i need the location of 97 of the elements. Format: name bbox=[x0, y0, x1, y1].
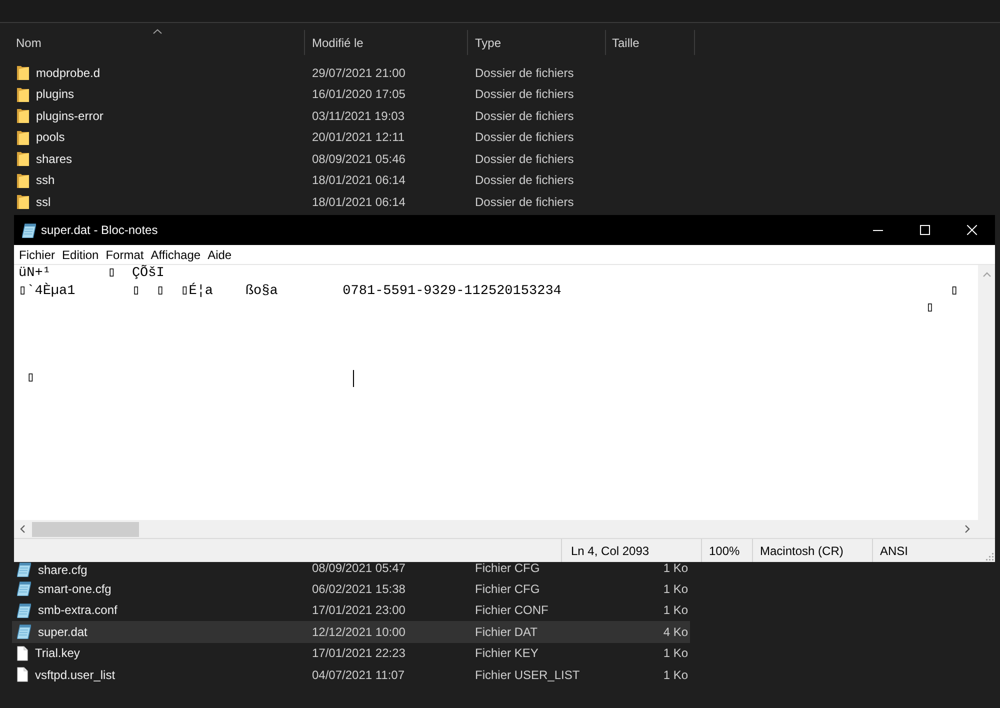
file-row[interactable]: plugins-error 03/11/2021 19:03 Dossier de fichiers bbox=[12, 105, 690, 126]
close-icon bbox=[966, 225, 976, 235]
status-text: ANSI bbox=[880, 542, 908, 560]
file-type: Fichier CFG bbox=[475, 582, 540, 595]
file-row[interactable]: shares 08/09/2021 05:46 Dossier de fichiers bbox=[12, 148, 690, 170]
folder-icon bbox=[17, 172, 29, 188]
document-icon bbox=[17, 646, 28, 661]
file-name: modprobe.d bbox=[36, 66, 100, 79]
notepad-icon bbox=[17, 624, 31, 640]
file-row[interactable]: pools 20/01/2021 12:11 Dossier de fichiers bbox=[12, 126, 690, 148]
modified-date: 29/07/2021 21:00 bbox=[312, 66, 406, 79]
file-name: shares bbox=[36, 152, 72, 165]
modified-date: 08/09/2021 05:46 bbox=[312, 152, 406, 165]
modified-date: 16/01/2020 17:05 bbox=[312, 88, 406, 100]
document-icon bbox=[17, 667, 28, 682]
horizontal-scrollbar[interactable] bbox=[14, 520, 978, 538]
file-size: 1 Ko bbox=[663, 562, 688, 574]
folder-icon bbox=[17, 86, 29, 102]
file-name: plugins bbox=[36, 88, 74, 100]
file-name: ssl bbox=[36, 196, 51, 208]
menu-item[interactable]: Fichier bbox=[16, 245, 59, 264]
column-header[interactable]: Modifié le bbox=[305, 30, 468, 55]
file-size: 1 Ko bbox=[663, 604, 688, 616]
file-type: Dossier de fichiers bbox=[475, 196, 574, 208]
modified-date: 03/11/2021 19:03 bbox=[312, 110, 405, 122]
file-name: vsftpd.user_list bbox=[35, 668, 116, 681]
window-title: super.dat - Bloc-notes bbox=[41, 222, 158, 239]
maximize-icon bbox=[920, 225, 930, 235]
notepad-icon bbox=[17, 562, 31, 577]
vertical-scrollbar[interactable] bbox=[978, 265, 995, 520]
file-name: pools bbox=[36, 131, 65, 144]
file-type: Dossier de fichiers bbox=[475, 174, 574, 186]
file-type: Fichier CFG bbox=[475, 562, 540, 574]
file-row[interactable]: vsftpd.user_list 04/07/2021 11:07 Fichier USER_LIST 1 Ko bbox=[12, 664, 690, 686]
file-type: Fichier CONF bbox=[475, 604, 548, 616]
file-name: super.dat bbox=[38, 626, 88, 638]
file-type: Dossier de fichiers bbox=[475, 88, 574, 100]
file-row[interactable]: smb-extra.conf 17/01/2021 23:00 Fichier CONF 1 Ko bbox=[12, 600, 690, 621]
file-row[interactable]: smart-one.cfg 06/02/2021 15:38 Fichier CFG 1 Ko bbox=[12, 578, 690, 600]
menu-item[interactable]: Aide bbox=[204, 245, 236, 264]
column-header[interactable]: Nom bbox=[12, 30, 305, 55]
scrollbar-thumb[interactable] bbox=[32, 522, 139, 536]
status-text: Macintosh (CR) bbox=[760, 542, 844, 560]
file-row[interactable]: plugins 16/01/2020 17:05 Dossier de fichiers bbox=[12, 84, 690, 105]
menu-item[interactable]: Edition bbox=[58, 245, 102, 264]
file-type: Dossier de fichiers bbox=[475, 131, 574, 144]
folder-icon bbox=[17, 108, 29, 124]
text-cursor bbox=[353, 370, 354, 387]
file-row[interactable]: share.cfg 08/09/2021 05:47 Fichier CFG 1 Ko bbox=[12, 562, 690, 578]
file-row[interactable]: ssh 18/01/2021 06:14 Dossier de fichiers bbox=[12, 170, 690, 191]
file-size: 1 Ko bbox=[663, 647, 688, 660]
column-header[interactable]: Taille bbox=[606, 30, 695, 55]
document-text-line: üN+¹ ▯ ÇÕšI bbox=[18, 265, 164, 282]
file-type: Dossier de fichiers bbox=[475, 66, 574, 79]
modified-date: 06/02/2021 15:38 bbox=[312, 582, 406, 595]
folder-icon bbox=[17, 130, 29, 145]
status-text: Ln 4, Col 2093 bbox=[571, 542, 650, 560]
modified-date: 04/07/2021 11:07 bbox=[312, 668, 405, 681]
file-name: ssh bbox=[36, 174, 55, 186]
folder-icon bbox=[17, 151, 29, 166]
file-type: Fichier DAT bbox=[475, 626, 538, 638]
file-name: smb-extra.conf bbox=[38, 604, 118, 616]
file-type: Dossier de fichiers bbox=[475, 110, 574, 122]
file-size: 4 Ko bbox=[663, 626, 688, 638]
file-type: Fichier USER_LIST bbox=[475, 668, 580, 681]
file-row[interactable]: super.dat 12/12/2021 10:00 Fichier DAT 4 Ko bbox=[12, 621, 690, 642]
document-text-line: ▯ bbox=[926, 300, 934, 318]
modified-date: 17/01/2021 22:23 bbox=[312, 647, 406, 660]
modified-date: 08/09/2021 05:47 bbox=[312, 562, 406, 574]
document-text-line: ▯ bbox=[26, 370, 35, 388]
file-name: smart-one.cfg bbox=[38, 582, 112, 595]
file-name: share.cfg bbox=[38, 564, 88, 576]
file-size: 1 Ko bbox=[663, 668, 688, 681]
notepad-icon bbox=[17, 602, 31, 618]
resize-grip-icon[interactable] bbox=[985, 552, 994, 561]
file-row[interactable]: Trial.key 17/01/2021 22:23 Fichier KEY 1 Ko bbox=[12, 642, 690, 664]
menu-item[interactable]: Format bbox=[102, 245, 148, 264]
file-row[interactable]: ssl 18/01/2021 06:14 Dossier de fichiers bbox=[12, 191, 690, 212]
folder-icon bbox=[17, 65, 29, 80]
menu-item[interactable]: Affichage bbox=[147, 245, 204, 264]
notepad-icon bbox=[17, 581, 31, 596]
file-row[interactable]: modprobe.d 29/07/2021 21:00 Dossier de fichiers bbox=[12, 62, 690, 84]
modified-date: 12/12/2021 10:00 bbox=[312, 626, 406, 638]
file-name: Trial.key bbox=[35, 647, 80, 660]
modified-date: 17/01/2021 23:00 bbox=[312, 604, 406, 616]
modified-date: 18/01/2021 06:14 bbox=[312, 196, 406, 208]
file-type: Fichier KEY bbox=[475, 647, 538, 660]
column-header[interactable]: Type bbox=[468, 30, 606, 55]
modified-date: 20/01/2021 12:11 bbox=[312, 131, 405, 144]
modified-date: 18/01/2021 06:14 bbox=[312, 174, 406, 186]
folder-icon bbox=[17, 194, 29, 210]
file-name: plugins-error bbox=[36, 110, 104, 122]
notepad-icon bbox=[22, 222, 36, 238]
status-text: 100% bbox=[709, 542, 740, 560]
document-text-line: ▯`4Èµa1 ▯ ▯ ▯É¦a ßo§a 0781-5591-9329-112520153234 ▯ bbox=[18, 282, 958, 300]
file-type: Dossier de fichiers bbox=[475, 152, 574, 165]
file-size: 1 Ko bbox=[663, 582, 688, 595]
